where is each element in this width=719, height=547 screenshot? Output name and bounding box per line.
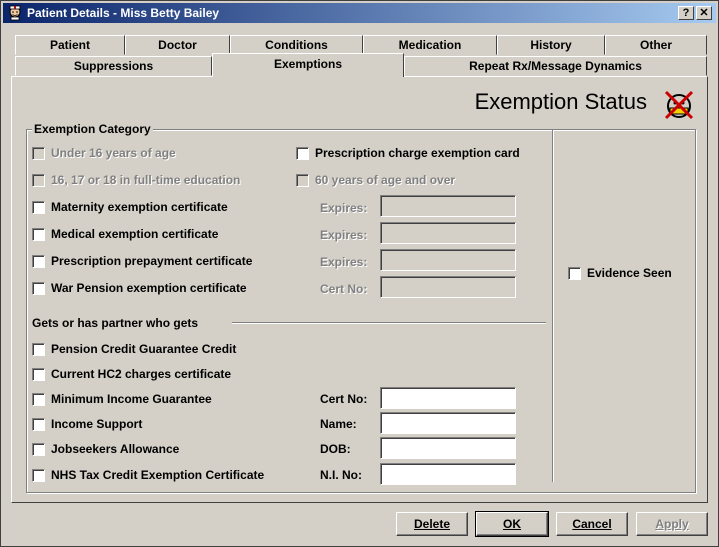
checkbox-box[interactable] [32, 417, 45, 431]
checkbox-box[interactable] [32, 392, 45, 406]
checkbox-income-support[interactable]: Income Support [32, 416, 142, 432]
checkbox-prescription-prepayment[interactable]: Prescription prepayment certificate [32, 253, 252, 269]
cancel-button[interactable]: Cancel [556, 512, 628, 536]
doctor-face-icon [9, 5, 21, 21]
checkbox-war-pension[interactable]: War Pension exemption certificate [32, 280, 247, 296]
name-field[interactable] [380, 412, 516, 434]
exemption-category-title: Exemption Category [32, 122, 153, 136]
tab-conditions[interactable]: Conditions [230, 35, 363, 55]
maternity-expires-field [380, 195, 516, 217]
vertical-divider [552, 130, 554, 482]
patient-details-window: Patient Details - Miss Betty Bailey ? ✕ … [0, 0, 719, 547]
tab-medication[interactable]: Medication [363, 35, 497, 55]
ni-no-field[interactable] [380, 463, 516, 485]
name-label: Name: [320, 417, 357, 431]
title-bar[interactable]: Patient Details - Miss Betty Bailey ? ✕ [3, 3, 716, 23]
checkbox-box[interactable] [32, 367, 45, 381]
dob-field[interactable] [380, 437, 516, 459]
window-title: Patient Details - Miss Betty Bailey [27, 6, 220, 20]
checkbox-maternity-exemption[interactable]: Maternity exemption certificate [32, 199, 228, 215]
checkbox-prescription-charge-card[interactable]: Prescription charge exemption card [296, 145, 520, 161]
checkbox-label: Medical exemption certificate [51, 227, 219, 241]
exemptions-panel: Exemption Status Exemption Category Unde… [11, 76, 708, 503]
tab-repeat-rx-message-dynamics[interactable]: Repeat Rx/Message Dynamics [404, 56, 707, 76]
close-button[interactable]: ✕ [696, 6, 712, 20]
checkbox-jobseekers[interactable]: Jobseekers Allowance [32, 441, 179, 457]
tab-patient[interactable]: Patient [15, 35, 125, 55]
tab-exemptions[interactable]: Exemptions [212, 53, 404, 77]
checkbox-box[interactable] [32, 254, 45, 268]
tab-other[interactable]: Other [605, 35, 707, 55]
checkbox-label: Pension Credit Guarantee Credit [51, 342, 237, 356]
dob-label: DOB: [320, 442, 351, 456]
checkbox-box[interactable] [568, 266, 581, 280]
checkbox-box[interactable] [32, 468, 45, 482]
checkbox-box [296, 173, 309, 187]
checkbox-label: NHS Tax Credit Exemption Certificate [51, 468, 265, 482]
checkbox-full-time-education: 16, 17 or 18 in full-time education [32, 172, 240, 188]
checkbox-label: 60 years of age and over [315, 173, 456, 187]
checkbox-box[interactable] [32, 227, 45, 241]
checkbox-label: Under 16 years of age [51, 146, 176, 160]
war-pension-cert-label: Cert No: [320, 282, 368, 296]
checkbox-label: Minimum Income Guarantee [51, 392, 212, 406]
checkbox-evidence-seen[interactable]: Evidence Seen [568, 265, 672, 281]
checkbox-label: Income Support [51, 417, 143, 431]
checkbox-minimum-income[interactable]: Minimum Income Guarantee [32, 391, 212, 407]
checkbox-label: Current HC2 charges certificate [51, 367, 232, 381]
checkbox-box[interactable] [32, 342, 45, 356]
partner-divider [232, 322, 546, 324]
maternity-expires-label: Expires: [320, 201, 368, 215]
checkbox-label: Evidence Seen [587, 266, 672, 280]
tab-suppressions[interactable]: Suppressions [15, 56, 212, 76]
checkbox-label: Jobseekers Allowance [51, 442, 180, 456]
checkbox-box[interactable] [32, 200, 45, 214]
medical-expires-label: Expires: [320, 228, 368, 242]
checkbox-box[interactable] [32, 281, 45, 295]
checkbox-box[interactable] [32, 442, 45, 456]
checkbox-under-16: Under 16 years of age [32, 145, 176, 161]
checkbox-box [32, 173, 45, 187]
ni-no-label: N.I. No: [320, 468, 362, 482]
help-button[interactable]: ? [678, 6, 694, 20]
checkbox-hc2-certificate[interactable]: Current HC2 charges certificate [32, 366, 231, 382]
ok-button[interactable]: OK [475, 511, 549, 537]
cert-no-label: Cert No: [320, 392, 368, 406]
partner-heading: Gets or has partner who gets [32, 316, 199, 330]
apply-button: Apply [636, 512, 708, 536]
not-exempt-cross-icon [664, 90, 694, 120]
checkbox-pension-credit[interactable]: Pension Credit Guarantee Credit [32, 341, 236, 357]
checkbox-box [32, 146, 45, 160]
tab-history[interactable]: History [497, 35, 605, 55]
checkbox-box[interactable] [296, 146, 309, 160]
checkbox-label: War Pension exemption certificate [51, 281, 247, 295]
checkbox-label: Maternity exemption certificate [51, 200, 228, 214]
checkbox-label: 16, 17 or 18 in full-time education [51, 173, 241, 187]
checkbox-label: Prescription prepayment certificate [51, 254, 253, 268]
prepayment-expires-label: Expires: [320, 255, 368, 269]
delete-button[interactable]: Delete [396, 512, 468, 536]
checkbox-medical-exemption[interactable]: Medical exemption certificate [32, 226, 218, 242]
checkbox-60-and-over: 60 years of age and over [296, 172, 455, 188]
war-pension-cert-field [380, 276, 516, 298]
tab-doctor[interactable]: Doctor [125, 35, 230, 55]
prepayment-expires-field [380, 249, 516, 271]
checkbox-label: Prescription charge exemption card [315, 146, 520, 160]
cert-no-field[interactable] [380, 387, 516, 409]
page-title: Exemption Status [474, 89, 647, 114]
checkbox-nhs-tax-credit[interactable]: NHS Tax Credit Exemption Certificate [32, 467, 264, 483]
medical-expires-field [380, 222, 516, 244]
